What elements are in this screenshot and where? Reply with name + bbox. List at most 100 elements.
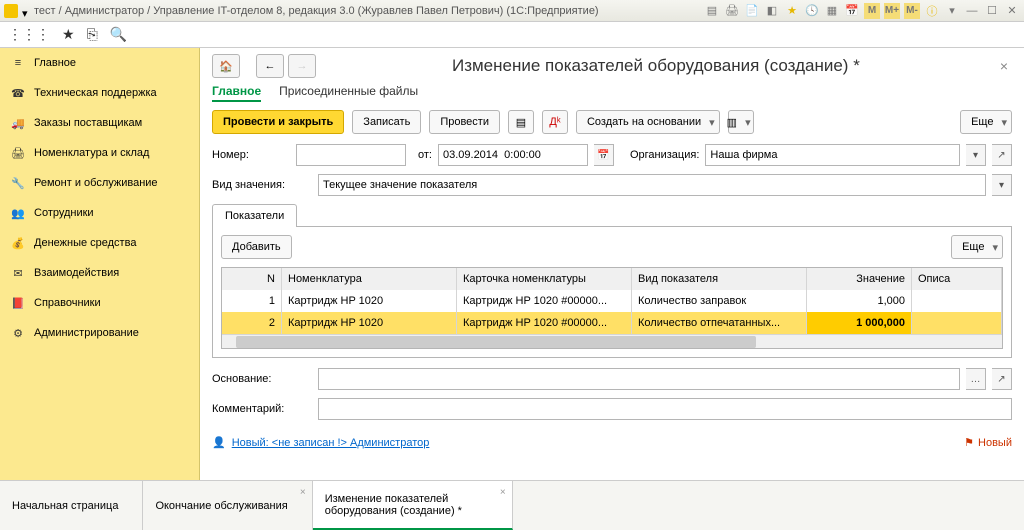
home-button[interactable]: 🏠 (212, 54, 240, 78)
clipboard-icon[interactable]: ⎘ (87, 26, 98, 43)
mem-m-minus[interactable]: M- (904, 3, 920, 19)
basis-select-button[interactable]: … (966, 368, 986, 390)
history-icon[interactable]: 🕓 (804, 3, 820, 19)
basis-open-button[interactable]: ↗ (992, 368, 1012, 390)
maximize-button[interactable]: ☐ (984, 3, 1000, 19)
tab-close-icon[interactable]: × (500, 487, 506, 498)
col-kart[interactable]: Карточка номенклатуры (457, 268, 632, 290)
sidebar-item-refs[interactable]: 📕Справочники (0, 288, 199, 318)
status-flag: ⚑ Новый (964, 436, 1012, 449)
window-tab-current[interactable]: Изменение показателей оборудования (созд… (313, 481, 513, 530)
table-row[interactable]: 1 Картридж HP 1020 Картридж HP 1020 #000… (222, 290, 1002, 312)
window-tab-start[interactable]: Начальная страница (0, 481, 143, 530)
col-zn[interactable]: Значение (807, 268, 912, 290)
col-nom[interactable]: Номенклатура (282, 268, 457, 290)
grid-hscroll[interactable] (222, 334, 1002, 348)
create-based-button[interactable]: Создать на основании (576, 110, 720, 134)
calendar-icon[interactable]: 📅 (844, 3, 860, 19)
titlebar-toolbar: ▤ 🖨 📄 ◧ ★ 🕓 ▦ 📅 M M+ M- ⓘ ▾ — ☐ ✕ (704, 3, 1020, 19)
tab-close-icon[interactable]: × (300, 487, 306, 498)
cell-kart: Картридж HP 1020 #00000... (457, 312, 632, 334)
cell-vid: Количество отпечатанных... (632, 312, 807, 334)
sidebar-item-label: Взаимодействия (34, 267, 119, 279)
org-input[interactable] (705, 144, 960, 166)
app-logo-icon (4, 4, 18, 18)
doc-icon[interactable]: 📄 (744, 3, 760, 19)
compare-icon[interactable]: ◧ (764, 3, 780, 19)
post-and-close-button[interactable]: Провести и закрыть (212, 110, 344, 134)
org-open-button[interactable]: ↗ (992, 144, 1012, 166)
print-icon[interactable]: 🖨 (724, 3, 740, 19)
window-tab-service-end[interactable]: Окончание обслуживания× (143, 481, 312, 530)
sidebar-item-orders[interactable]: 🚚Заказы поставщикам (0, 108, 199, 138)
col-vid[interactable]: Вид показателя (632, 268, 807, 290)
info-icon[interactable]: ⓘ (924, 3, 940, 19)
kind-input[interactable] (318, 174, 986, 196)
mail-icon: ✉ (10, 265, 26, 281)
apps-icon[interactable]: ⋮⋮⋮ (8, 26, 50, 43)
date-input[interactable] (438, 144, 588, 166)
window-tab-label: Изменение показателей оборудования (созд… (325, 493, 488, 517)
sidebar-item-label: Заказы поставщикам (34, 117, 142, 129)
doc-toolbar: Провести и закрыть Записать Провести ▤ Д… (212, 110, 1012, 134)
sidebar-item-support[interactable]: ☎Техническая поддержка (0, 78, 199, 108)
window-tabs: Начальная страница Окончание обслуживани… (0, 480, 1024, 530)
dropdown-icon[interactable]: ▾ (944, 3, 960, 19)
forward-button[interactable]: → (288, 54, 316, 78)
more-button[interactable]: Еще (960, 110, 1012, 134)
mem-m[interactable]: M (864, 3, 880, 19)
flag-icon: ⚑ (964, 436, 974, 449)
list-icon: ≡ (10, 55, 26, 71)
save-button[interactable]: Записать (352, 110, 421, 134)
sidebar-item-repair[interactable]: 🔧Ремонт и обслуживание (0, 168, 199, 198)
sidebar-item-nomen[interactable]: 🖨Номенклатура и склад (0, 138, 199, 168)
quickbar: ⋮⋮⋮ ★ ⎘ 🔍 (0, 22, 1024, 48)
tab-panel: Добавить Еще N Номенклатура Карточка ном… (212, 227, 1012, 358)
more-label: Еще (971, 116, 993, 128)
close-button[interactable]: ✕ (1004, 3, 1020, 19)
cell-n: 1 (222, 290, 282, 312)
org-label: Организация: (630, 149, 699, 161)
print-menu-button[interactable]: ▥ (728, 110, 754, 134)
sidebar-item-interact[interactable]: ✉ Взаимодействия (0, 258, 199, 288)
author-link[interactable]: Новый: <не записан !> Администратор (232, 437, 430, 449)
post-button[interactable]: Провести (429, 110, 500, 134)
add-row-button[interactable]: Добавить (221, 235, 292, 259)
sidebar-item-admin[interactable]: ⚙Администрирование (0, 318, 199, 348)
grid-header: N Номенклатура Карточка номенклатуры Вид… (222, 268, 1002, 290)
mem-m-plus[interactable]: M+ (884, 3, 900, 19)
dropdown-icon[interactable]: ▾ (22, 7, 30, 15)
sidebar-item-main[interactable]: ≡Главное (0, 48, 199, 78)
tab-indicators[interactable]: Показатели (212, 204, 297, 227)
sidebar-item-employees[interactable]: 👥Сотрудники (0, 198, 199, 228)
table-more-button[interactable]: Еще (951, 235, 1003, 259)
kind-dropdown-button[interactable]: ▾ (992, 174, 1012, 196)
minimize-button[interactable]: — (964, 3, 980, 19)
status-text: Новый (978, 437, 1012, 449)
preview-icon[interactable]: ▤ (704, 3, 720, 19)
comment-label: Комментарий: (212, 403, 312, 415)
subtab-main[interactable]: Главное (212, 84, 261, 102)
calc-icon[interactable]: ▦ (824, 3, 840, 19)
org-dropdown-button[interactable]: ▾ (966, 144, 986, 166)
table-row[interactable]: 2 Картридж HP 1020 Картридж HP 1020 #000… (222, 312, 1002, 334)
date-picker-button[interactable]: 📅 (594, 144, 614, 166)
col-op[interactable]: Описа (912, 268, 1002, 290)
page-close-button[interactable]: × (996, 58, 1012, 74)
report-button[interactable]: ▤ (508, 110, 534, 134)
subtab-files[interactable]: Присоединенные файлы (279, 84, 418, 102)
star-icon[interactable]: ★ (62, 26, 75, 43)
titlebar: ▾ тест / Администратор / Управление IT-о… (0, 0, 1024, 22)
favorite-icon[interactable]: ★ (784, 3, 800, 19)
debit-credit-button[interactable]: Дᵏ (542, 110, 568, 134)
col-n[interactable]: N (222, 268, 282, 290)
book-icon: 📕 (10, 295, 26, 311)
comment-input[interactable] (318, 398, 1012, 420)
search-icon[interactable]: 🔍 (110, 26, 127, 43)
basis-input[interactable] (318, 368, 960, 390)
number-input[interactable] (296, 144, 406, 166)
back-button[interactable]: ← (256, 54, 284, 78)
cell-op (912, 290, 1002, 312)
sidebar-item-money[interactable]: 💰Денежные средства (0, 228, 199, 258)
cell-nom: Картридж HP 1020 (282, 312, 457, 334)
